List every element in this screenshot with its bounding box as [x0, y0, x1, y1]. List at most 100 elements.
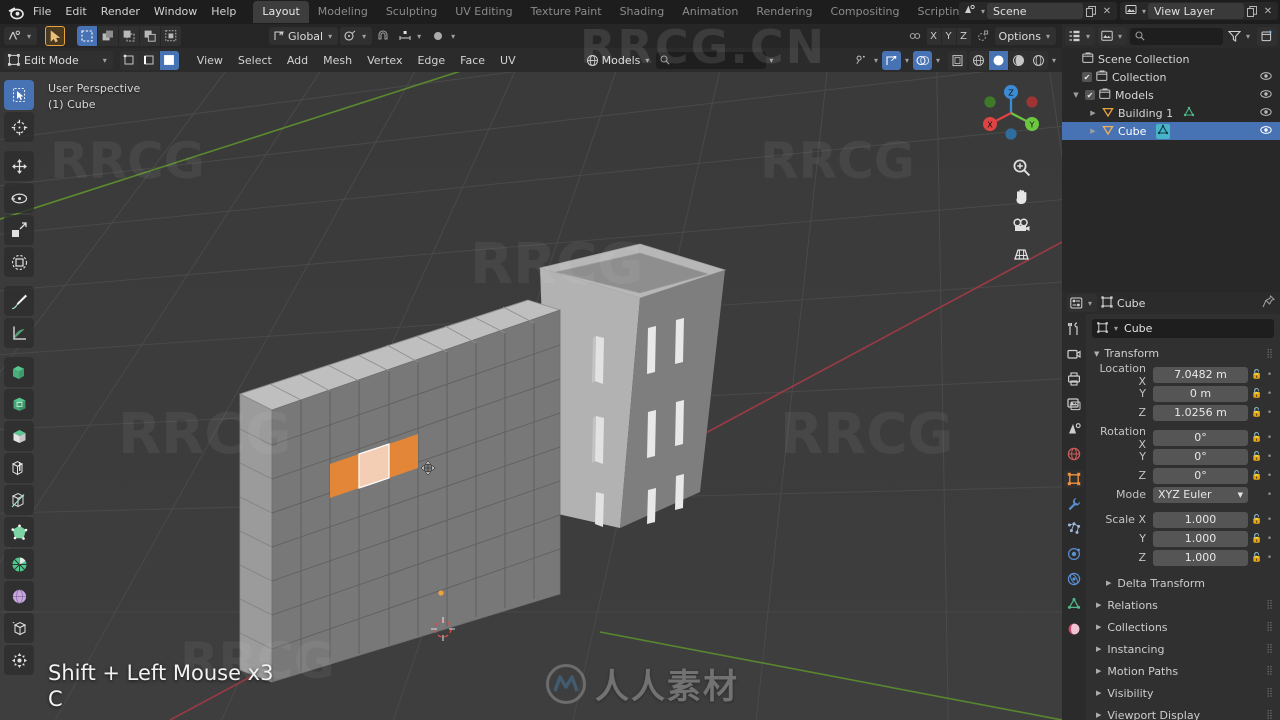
- properties-editor-type[interactable]: ▾: [1067, 294, 1098, 312]
- eye-icon[interactable]: [1260, 125, 1272, 138]
- rotation-y-value[interactable]: 0°: [1153, 448, 1248, 465]
- mode-selector[interactable]: Edit Mode ▾: [4, 51, 113, 69]
- viewport-menu-view[interactable]: View: [190, 52, 230, 69]
- pivot-point-selector[interactable]: ▾: [340, 27, 373, 45]
- drag-handle-icon[interactable]: ⣿: [1266, 349, 1274, 359]
- properties-tab-scene[interactable]: [1064, 420, 1084, 438]
- animate-dot-icon[interactable]: •: [1265, 389, 1274, 399]
- drag-handle-icon[interactable]: ⣿: [1266, 666, 1274, 676]
- disclosure-triangle-icon[interactable]: ▶: [1088, 127, 1098, 135]
- animate-dot-icon[interactable]: •: [1265, 471, 1274, 481]
- select-extend-icon[interactable]: [140, 26, 161, 46]
- tool-shrink-fatten[interactable]: [4, 645, 34, 675]
- properties-tab-tool[interactable]: [1064, 320, 1084, 338]
- workspace-tab-modeling[interactable]: Modeling: [309, 1, 377, 23]
- select-circle-icon[interactable]: [98, 26, 119, 46]
- close-icon[interactable]: ✕: [1099, 2, 1115, 20]
- menu-help[interactable]: Help: [204, 2, 243, 22]
- xray-icon[interactable]: [947, 50, 967, 70]
- transform-orientation-selector[interactable]: Global ▾: [269, 27, 339, 45]
- menu-window[interactable]: Window: [147, 2, 204, 22]
- properties-tab-particles[interactable]: [1064, 520, 1084, 538]
- lock-icon[interactable]: 🔓: [1251, 534, 1262, 544]
- properties-tab-output[interactable]: [1064, 370, 1084, 388]
- animate-dot-icon[interactable]: •: [1265, 370, 1274, 380]
- disclosure-triangle-icon[interactable]: ▼: [1071, 91, 1081, 99]
- chevron-down-icon[interactable]: ▾: [872, 56, 880, 65]
- options-dropdown[interactable]: Options ▾: [994, 27, 1056, 45]
- tool-inset-faces[interactable]: [4, 389, 34, 419]
- chevron-down-icon[interactable]: ▾: [934, 56, 942, 65]
- auto-merge-icon[interactable]: [906, 27, 924, 45]
- viewport-menu-face[interactable]: Face: [453, 52, 492, 69]
- workspace-tab-animation[interactable]: Animation: [673, 1, 747, 23]
- solid-icon[interactable]: [988, 50, 1008, 70]
- viewport-search-field[interactable]: [674, 54, 763, 66]
- mesh-data-triangle-icon[interactable]: [1156, 123, 1171, 139]
- vertex-select-icon[interactable]: [119, 50, 139, 70]
- lock-icon[interactable]: 🔓: [1251, 370, 1262, 380]
- panel-visibility[interactable]: ▶ Visibility ⣿: [1092, 682, 1274, 704]
- chevron-down-icon[interactable]: ▾: [767, 56, 775, 65]
- lock-icon[interactable]: 🔓: [1251, 408, 1262, 418]
- animate-dot-icon[interactable]: •: [1265, 534, 1274, 544]
- tool-tweak-select[interactable]: [4, 80, 34, 110]
- outliner-id-filter[interactable]: ▾: [1098, 27, 1128, 45]
- outliner-search-input[interactable]: [1130, 27, 1223, 45]
- rendered-icon[interactable]: [1028, 50, 1048, 70]
- scale-y-value[interactable]: 1.000: [1153, 530, 1248, 547]
- properties-tab-object[interactable]: [1064, 470, 1084, 488]
- object-name-field[interactable]: ▾ Cube: [1092, 319, 1274, 338]
- workspace-tab-uv-editing[interactable]: UV Editing: [446, 1, 521, 23]
- viewport-menu-select[interactable]: Select: [231, 52, 279, 69]
- transform-panel-header[interactable]: ▼ Transform ⣿: [1092, 344, 1274, 363]
- scene-selector[interactable]: ▾ Scene ✕: [958, 2, 1117, 20]
- scene-name-field[interactable]: Scene: [986, 3, 1083, 19]
- outliner-tree[interactable]: Scene Collection ✔ Collection ▼ ✔ Models…: [1062, 48, 1280, 292]
- select-lasso-icon[interactable]: [119, 26, 140, 46]
- new-collection-icon[interactable]: [1257, 26, 1277, 46]
- animate-dot-icon[interactable]: •: [1265, 490, 1274, 500]
- properties-tab-physics[interactable]: [1064, 545, 1084, 563]
- close-icon[interactable]: ✕: [1260, 2, 1276, 20]
- outliner-display-mode[interactable]: ▾: [1065, 27, 1096, 45]
- view-layer-selector[interactable]: ▾ View Layer ✕: [1119, 2, 1278, 20]
- outliner-row-building-1[interactable]: ▶ Building 1: [1062, 104, 1280, 122]
- drag-handle-icon[interactable]: ⣿: [1266, 600, 1274, 610]
- mirror-axis-z[interactable]: Z: [956, 27, 971, 45]
- lock-icon[interactable]: 🔓: [1251, 553, 1262, 563]
- menu-render[interactable]: Render: [94, 2, 147, 22]
- location-x-value[interactable]: 7.0482 m: [1153, 366, 1248, 383]
- viewport-menu-edge[interactable]: Edge: [410, 52, 452, 69]
- pan-hand-icon[interactable]: [1010, 185, 1032, 207]
- viewport-menu-vertex[interactable]: Vertex: [360, 52, 409, 69]
- camera-view-icon[interactable]: [1010, 214, 1032, 236]
- properties-tab-data[interactable]: [1064, 595, 1084, 613]
- chevron-down-icon[interactable]: ▾: [449, 32, 457, 41]
- lock-icon[interactable]: 🔓: [1251, 433, 1262, 443]
- tool-cursor[interactable]: [4, 112, 34, 142]
- scale-x-value[interactable]: 1.000: [1153, 511, 1248, 528]
- tool-move[interactable]: [4, 151, 34, 181]
- animate-dot-icon[interactable]: •: [1265, 515, 1274, 525]
- properties-tab-material[interactable]: [1064, 620, 1084, 638]
- panel-relations[interactable]: ▶ Relations ⣿: [1092, 594, 1274, 616]
- tool-smooth[interactable]: [4, 581, 34, 611]
- outliner-row-scene-collection[interactable]: Scene Collection: [1062, 50, 1280, 68]
- face-select-icon[interactable]: [159, 50, 179, 70]
- menu-edit[interactable]: Edit: [58, 2, 93, 22]
- duplicate-icon[interactable]: [1244, 2, 1260, 20]
- collection-filter-selector[interactable]: Models ▾: [582, 51, 656, 69]
- workspace-tab-shading[interactable]: Shading: [611, 1, 674, 23]
- wireframe-icon[interactable]: [968, 50, 988, 70]
- outliner-row-models[interactable]: ▼ ✔ Models: [1062, 86, 1280, 104]
- visibility-checkbox[interactable]: ✔: [1082, 72, 1092, 82]
- active-tool-button[interactable]: [45, 26, 66, 46]
- select-invert-icon[interactable]: [161, 26, 182, 46]
- mesh-data-triangle-icon[interactable]: [1183, 106, 1195, 121]
- pin-icon[interactable]: [1262, 294, 1276, 311]
- rotation-z-value[interactable]: 0°: [1153, 467, 1248, 484]
- outliner-row-cube[interactable]: ▶ Cube: [1062, 122, 1280, 140]
- tool-edge-slide[interactable]: [4, 613, 34, 643]
- lock-icon[interactable]: 🔓: [1251, 515, 1262, 525]
